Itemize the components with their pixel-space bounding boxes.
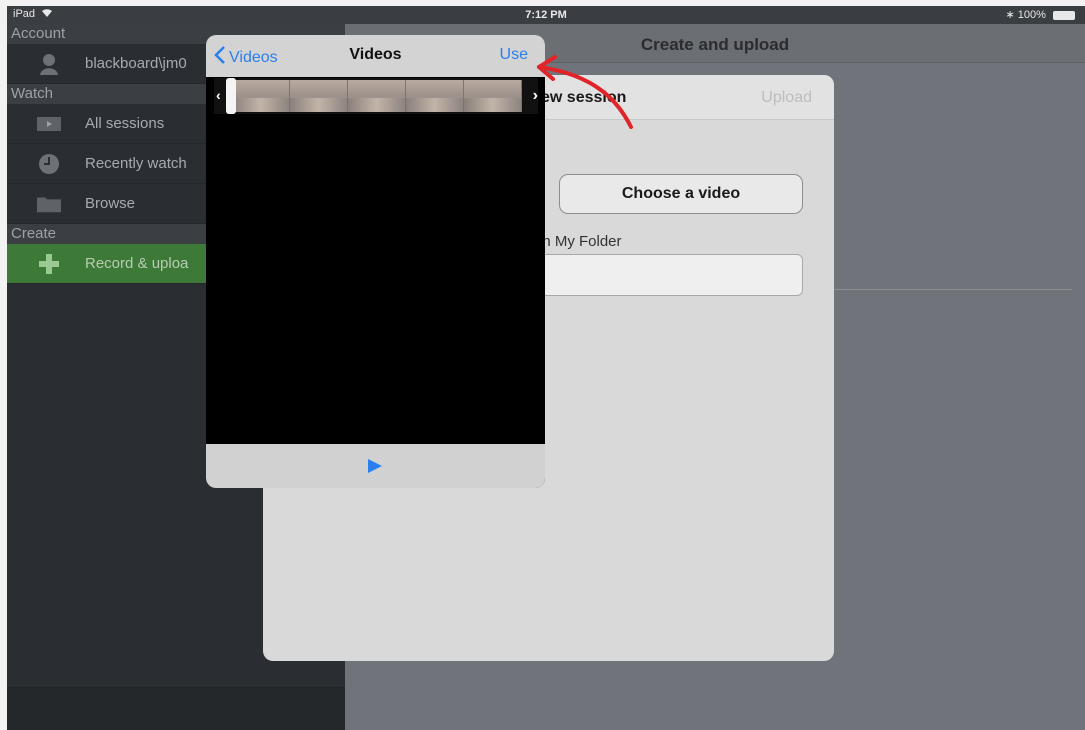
trim-start-handle[interactable]	[226, 78, 236, 114]
video-picker-popover: Videos Videos Use ‹ ›	[206, 35, 545, 488]
folder-icon	[37, 192, 61, 216]
sidebar-item-label: Recently watch	[85, 155, 187, 172]
play-icon[interactable]	[367, 458, 383, 479]
sidebar-item-label: Record & uploa	[85, 255, 189, 272]
use-button[interactable]: Use	[500, 46, 528, 64]
popover-title: Videos	[349, 46, 402, 63]
trim-frame	[290, 80, 348, 112]
sidebar-footer	[7, 685, 345, 730]
sidebar-item-label: blackboard\jm0	[85, 55, 187, 72]
popover-nav-bar: Videos Videos Use	[206, 35, 545, 77]
trim-frame	[348, 80, 406, 112]
user-icon	[37, 52, 61, 76]
battery-icon	[1053, 10, 1075, 20]
film-icon	[37, 112, 61, 136]
choose-video-button[interactable]: Choose a video	[559, 174, 803, 214]
folder-label: in My Folder	[539, 233, 622, 250]
upload-button[interactable]: Upload	[761, 89, 812, 107]
divider	[827, 289, 1072, 290]
playback-bar	[206, 444, 545, 488]
trim-frame	[464, 80, 522, 112]
ipad-screen: iPad 7:12 PM ∗ 100% Account blackboard\j…	[7, 6, 1085, 730]
video-trimmer[interactable]: ‹ ›	[214, 78, 538, 114]
trim-start-chevron-icon[interactable]: ‹	[216, 87, 221, 103]
trim-frame	[232, 80, 290, 112]
trim-frames	[232, 80, 522, 112]
annotation-arrow-icon	[527, 53, 637, 138]
battery-status: ∗ 100%	[1006, 8, 1075, 21]
trim-frame	[406, 80, 464, 112]
battery-percent: 100%	[1017, 9, 1046, 21]
plus-icon	[37, 252, 61, 276]
bluetooth-icon: ∗	[1005, 9, 1015, 21]
sidebar-item-label: All sessions	[85, 115, 165, 132]
session-name-field[interactable]	[529, 254, 803, 296]
status-time: 7:12 PM	[525, 9, 567, 21]
status-bar: iPad 7:12 PM ∗ 100%	[7, 6, 1085, 24]
clock-icon	[37, 152, 61, 176]
sidebar-item-label: Browse	[85, 195, 136, 212]
